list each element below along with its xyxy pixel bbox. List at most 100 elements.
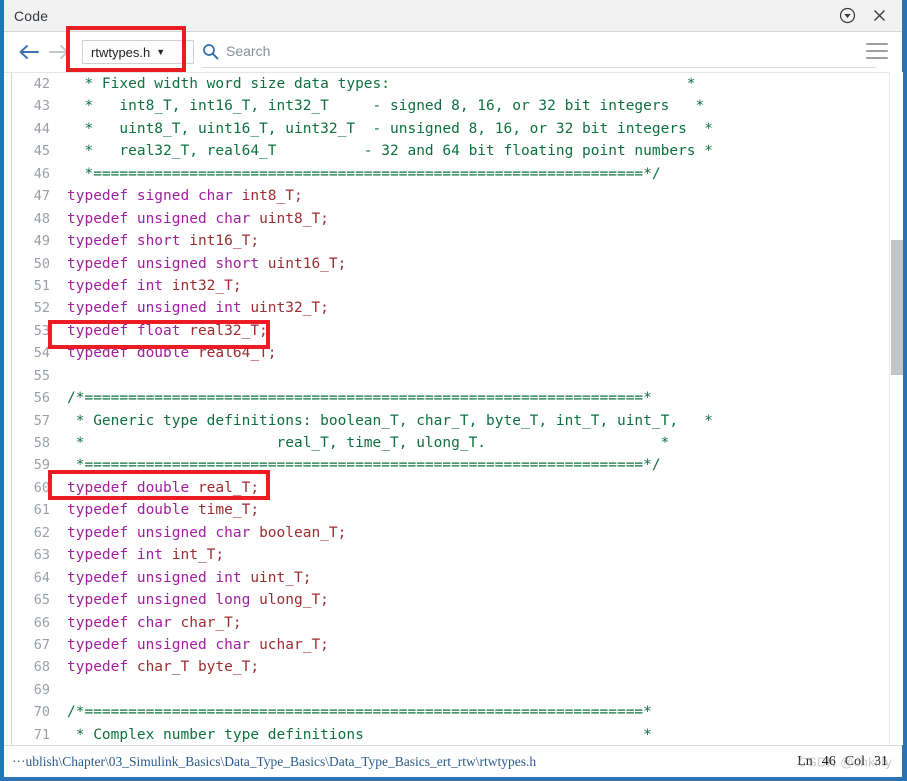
token-id: uchar_T; — [259, 636, 329, 653]
code-line[interactable]: 71 * Complex number type definitions * — [4, 724, 902, 745]
line-number: 56 — [33, 390, 50, 407]
line-source: typedef unsigned char boolean_T; — [67, 522, 346, 544]
line-number: 63 — [33, 547, 50, 564]
line-number: 47 — [33, 188, 50, 205]
line-source: * uint8_T, uint16_T, uint32_T - unsigned… — [67, 118, 713, 140]
file-dropdown-value: rtwtypes.h — [91, 44, 151, 60]
code-line[interactable]: 49 typedef short int16_T; — [4, 230, 902, 252]
line-source: typedef char_T byte_T; — [67, 656, 259, 678]
code-line[interactable]: 51 typedef int int32_T; — [4, 275, 902, 297]
code-line[interactable]: 59 *====================================… — [4, 454, 902, 476]
vertical-scrollbar[interactable] — [889, 72, 903, 745]
token-kw: typedef unsigned char — [67, 636, 260, 653]
line-number: 50 — [33, 255, 50, 272]
token-id: uint8_T; — [259, 210, 329, 227]
line-number: 53 — [33, 322, 50, 339]
line-source: typedef unsigned long ulong_T; — [67, 589, 329, 611]
token-cm: * real32_T, real64_T - 32 and 64 bit flo… — [67, 143, 714, 160]
token-cm: * int8_T, int16_T, int32_T - signed 8, 1… — [67, 98, 705, 115]
code-lines: 42 * Fixed width word size data types: *… — [4, 73, 902, 745]
line-number: 45 — [33, 143, 50, 160]
code-line[interactable]: 47 typedef signed char int8_T; — [4, 185, 902, 207]
token-kw: typedef unsigned long — [67, 592, 260, 609]
status-bar: ···ublish\Chapter\03_Simulink_Basics\Dat… — [4, 745, 902, 777]
code-line[interactable]: 67 typedef unsigned char uchar_T; — [4, 634, 902, 656]
close-icon[interactable] — [868, 5, 890, 27]
title-bar-actions — [836, 5, 902, 27]
code-line[interactable]: 43 * int8_T, int16_T, int32_T - signed 8… — [4, 95, 902, 117]
token-id: real_T; — [197, 479, 260, 496]
line-number: 52 — [33, 300, 50, 317]
code-line[interactable]: 60 typedef double real_T; — [4, 477, 902, 499]
token-kw: typedef unsigned short — [67, 255, 268, 272]
line-number: 51 — [33, 277, 50, 294]
scrollbar-thumb[interactable] — [891, 240, 903, 375]
token-kw: typedef short — [67, 233, 190, 250]
code-line[interactable]: 56 /*====================================… — [4, 387, 902, 409]
code-line[interactable]: 48 typedef unsigned char uint8_T; — [4, 208, 902, 230]
line-source: * Complex number type definitions * — [67, 724, 652, 745]
code-line[interactable]: 58 * real_T, time_T, ulong_T. * — [4, 432, 902, 454]
code-line[interactable]: 65 typedef unsigned long ulong_T; — [4, 589, 902, 611]
code-line[interactable]: 50 typedef unsigned short uint16_T; — [4, 253, 902, 275]
code-line[interactable]: 44 * uint8_T, uint16_T, uint32_T - unsig… — [4, 118, 902, 140]
token-kw: typedef — [67, 659, 137, 676]
token-kw: typedef int — [67, 277, 172, 294]
back-button[interactable] — [14, 37, 44, 67]
search-field[interactable]: Search — [202, 36, 876, 68]
token-kw: typedef double — [67, 345, 198, 362]
line-source: typedef double time_T; — [67, 499, 259, 521]
code-line[interactable]: 52 typedef unsigned int uint32_T; — [4, 297, 902, 319]
token-kw: typedef unsigned char — [67, 524, 260, 541]
status-file-path: ···ublish\Chapter\03_Simulink_Basics\Dat… — [12, 753, 537, 769]
status-cursor-position: Ln 46 Col 31 CSDN @chkilty — [797, 754, 902, 770]
status-col-label: Col — [844, 753, 865, 769]
code-line[interactable]: 61 typedef double time_T; — [4, 499, 902, 521]
line-source: /*======================================… — [67, 387, 652, 409]
line-number: 42 — [33, 76, 50, 92]
code-line[interactable]: 63 typedef int int_T; — [4, 544, 902, 566]
line-number: 55 — [33, 367, 50, 384]
line-source: *=======================================… — [67, 454, 661, 476]
hamburger-menu-icon[interactable] — [866, 43, 888, 59]
line-number: 43 — [33, 98, 50, 115]
forward-button — [44, 37, 74, 67]
line-source: * real32_T, real64_T - 32 and 64 bit flo… — [67, 140, 713, 162]
line-source: typedef signed char int8_T; — [67, 185, 303, 207]
code-line[interactable]: 54 typedef double real64_T; — [4, 342, 902, 364]
circle-down-arrow-icon[interactable] — [836, 5, 858, 27]
line-source: typedef int int_T; — [67, 544, 224, 566]
code-line[interactable]: 68 typedef char_T byte_T; — [4, 656, 902, 678]
title-bar: Code — [4, 0, 902, 32]
status-col-value: 31 — [874, 753, 888, 769]
line-source: typedef unsigned short uint16_T; — [67, 253, 346, 275]
token-cm: * Fixed width word size data types: * — [67, 76, 696, 92]
token-id: uint32_T; — [250, 300, 329, 317]
code-editor[interactable]: 42 * Fixed width word size data types: *… — [4, 72, 902, 745]
code-line[interactable]: 69 — [4, 679, 902, 701]
code-line[interactable]: 57 * Generic type definitions: boolean_T… — [4, 410, 902, 432]
code-line[interactable]: 64 typedef unsigned int uint_T; — [4, 567, 902, 589]
file-dropdown[interactable]: rtwtypes.h ▼ — [82, 40, 194, 64]
token-kw: typedef char — [67, 614, 181, 631]
token-kw: typedef unsigned char — [67, 210, 260, 227]
line-source: typedef unsigned int uint32_T; — [67, 297, 329, 319]
line-number: 46 — [33, 165, 50, 182]
code-line[interactable]: 55 — [4, 365, 902, 387]
code-line[interactable]: 62 typedef unsigned char boolean_T; — [4, 522, 902, 544]
code-line[interactable]: 42 * Fixed width word size data types: * — [4, 73, 902, 95]
code-line[interactable]: 66 typedef char char_T; — [4, 612, 902, 634]
line-number: 48 — [33, 210, 50, 227]
code-line[interactable]: 46 *====================================… — [4, 163, 902, 185]
token-cm: * uint8_T, uint16_T, uint32_T - unsigned… — [67, 120, 714, 137]
token-id: time_T; — [197, 502, 260, 519]
code-line[interactable]: 45 * real32_T, real64_T - 32 and 64 bit … — [4, 140, 902, 162]
line-source: typedef char char_T; — [67, 612, 242, 634]
line-source: typedef unsigned char uchar_T; — [67, 634, 329, 656]
code-line[interactable]: 53 typedef float real32_T; — [4, 320, 902, 342]
token-id: uint16_T; — [267, 255, 347, 272]
line-source: typedef short int16_T; — [67, 230, 259, 252]
code-line[interactable]: 70 /*====================================… — [4, 701, 902, 723]
line-source: /*======================================… — [67, 701, 652, 723]
line-number: 65 — [33, 592, 50, 609]
